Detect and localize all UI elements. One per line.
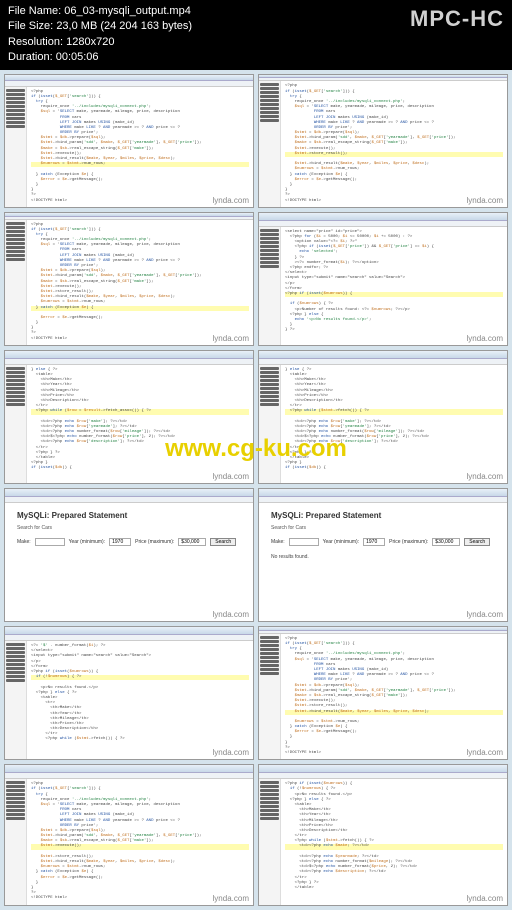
- provider-watermark: lynda.com: [213, 196, 249, 205]
- make-label: Make:: [17, 539, 31, 546]
- page-title: MySQLi: Prepared Statement: [271, 511, 495, 521]
- browser-content: MySQLi: Prepared Statement Search for Car…: [5, 503, 253, 621]
- price-label: Price (maximum):: [389, 539, 428, 546]
- editor-content: <?php if (isset($numrows)) { if (!$numro…: [281, 779, 507, 904]
- provider-watermark: lynda.com: [467, 196, 503, 205]
- year-input[interactable]: [109, 538, 131, 546]
- provider-watermark: lynda.com: [213, 894, 249, 903]
- thumb-body: <?php if (isset($numrows)) { if (!$numro…: [259, 779, 507, 904]
- year-label: Year (minimum):: [323, 539, 360, 546]
- editor-sidebar: [259, 365, 281, 483]
- search-button[interactable]: Search: [464, 538, 490, 546]
- search-form: Make: Year (minimum): Price (maximum): Sear…: [17, 538, 241, 546]
- year-input[interactable]: [363, 538, 385, 546]
- price-input[interactable]: [432, 538, 460, 546]
- provider-watermark: lynda.com: [467, 894, 503, 903]
- thumb-body: <?php if (isset($_GET['search'])) { try …: [259, 81, 507, 206]
- thumbnail-7[interactable]: MySQLi: Prepared Statement Search for Car…: [258, 488, 508, 622]
- provider-watermark: lynda.com: [467, 748, 503, 757]
- filesize-value: 23,0 MB (24 204 163 bytes): [56, 20, 192, 32]
- editor-sidebar: [5, 779, 27, 904]
- result-text: No results found.: [271, 554, 495, 561]
- resolution-value: 1280x720: [66, 36, 114, 48]
- thumb-body: MySQLi: Prepared Statement Search for Car…: [5, 503, 253, 621]
- editor-sidebar: [259, 634, 281, 759]
- window-titlebar: [5, 627, 253, 635]
- provider-watermark: lynda.com: [213, 610, 249, 619]
- make-input[interactable]: [35, 538, 65, 546]
- duration-value: 00:05:06: [56, 51, 99, 63]
- provider-watermark: lynda.com: [467, 334, 503, 343]
- search-button[interactable]: Search: [210, 538, 236, 546]
- editor-sidebar: [5, 87, 27, 207]
- thumb-body: <?php if (isset($_GET['search'])) { try …: [5, 87, 253, 207]
- thumbnail-11[interactable]: <?php if (isset($numrows)) { if (!$numro…: [258, 764, 508, 905]
- media-info-header: File Name: 06_03-mysqli_output.mp4 File …: [0, 0, 512, 70]
- thumb-body: MySQLi: Prepared Statement Search for Car…: [259, 503, 507, 621]
- thumbnail-0[interactable]: <?php if (isset($_GET['search'])) { try …: [4, 74, 254, 208]
- editor-sidebar: [5, 220, 27, 345]
- editor-content: <?php if (isset($_GET['search'])) { try …: [27, 779, 253, 904]
- editor-content: } else { ?> <table> <th>Make</th> <th>Ye…: [27, 365, 253, 483]
- editor-sidebar: [5, 365, 27, 483]
- provider-watermark: lynda.com: [467, 610, 503, 619]
- window-titlebar: [259, 213, 507, 221]
- filesize-label: File Size:: [8, 20, 53, 32]
- editor-content: <?php if (isset($_GET['search'])) { try …: [27, 87, 253, 207]
- provider-watermark: lynda.com: [213, 334, 249, 343]
- window-titlebar: [259, 351, 507, 359]
- thumbnail-grid: <?php if (isset($_GET['search'])) { try …: [0, 70, 512, 910]
- provider-watermark: lynda.com: [467, 472, 503, 481]
- editor-content: } else { ?> <table> <th>Make</th> <th>Ye…: [281, 365, 507, 483]
- year-label: Year (minimum):: [69, 539, 106, 546]
- editor-content: <?php if (isset($_GET['search'])) { try …: [27, 220, 253, 345]
- editor-content: <?= '$' . number_format($i); ?> </select…: [27, 641, 253, 759]
- thumbnail-2[interactable]: <?php if (isset($_GET['search'])) { try …: [4, 212, 254, 346]
- window-titlebar: [259, 765, 507, 773]
- browser-content: MySQLi: Prepared Statement Search for Car…: [259, 503, 507, 621]
- editor-content: <select name="price" id="price"> <?php f…: [281, 227, 507, 345]
- thumbnail-9[interactable]: <?php if (isset($_GET['search'])) { try …: [258, 626, 508, 760]
- duration-label: Duration:: [8, 51, 53, 63]
- page-subtitle: Search for Cars: [271, 525, 495, 532]
- window-titlebar: [259, 489, 507, 497]
- player-brand: MPC-HC: [410, 4, 504, 35]
- editor-sidebar: [259, 227, 281, 345]
- thumbnail-4[interactable]: } else { ?> <table> <th>Make</th> <th>Ye…: [4, 350, 254, 484]
- thumbnail-3[interactable]: <select name="price" id="price"> <?php f…: [258, 212, 508, 346]
- thumbnail-10[interactable]: <?php if (isset($_GET['search'])) { try …: [4, 764, 254, 905]
- price-label: Price (maximum):: [135, 539, 174, 546]
- thumbnail-8[interactable]: <?= '$' . number_format($i); ?> </select…: [4, 626, 254, 760]
- thumb-body: } else { ?> <table> <th>Make</th> <th>Ye…: [5, 365, 253, 483]
- editor-content: <?php if (isset($_GET['search'])) { try …: [281, 81, 507, 206]
- make-label: Make:: [271, 539, 285, 546]
- thumb-body: <?php if (isset($_GET['search'])) { try …: [5, 220, 253, 345]
- editor-sidebar: [259, 779, 281, 904]
- thumbnail-6[interactable]: MySQLi: Prepared Statement Search for Car…: [4, 488, 254, 622]
- thumbnail-1[interactable]: <?php if (isset($_GET['search'])) { try …: [258, 74, 508, 208]
- filename-label: File Name:: [8, 5, 61, 17]
- window-titlebar: [5, 351, 253, 359]
- thumb-body: <?php if (isset($_GET['search'])) { try …: [5, 779, 253, 904]
- thumb-body: <?php if (isset($_GET['search'])) { try …: [259, 634, 507, 759]
- provider-watermark: lynda.com: [213, 748, 249, 757]
- window-titlebar: [5, 75, 253, 82]
- make-input[interactable]: [289, 538, 319, 546]
- thumb-body: <select name="price" id="price"> <?php f…: [259, 227, 507, 345]
- page-title: MySQLi: Prepared Statement: [17, 511, 241, 521]
- editor-content: <?php if (isset($_GET['search'])) { try …: [281, 634, 507, 759]
- editor-sidebar: [259, 81, 281, 206]
- thumb-body: } else { ?> <table> <th>Make</th> <th>Ye…: [259, 365, 507, 483]
- thumbnail-5[interactable]: } else { ?> <table> <th>Make</th> <th>Ye…: [258, 350, 508, 484]
- window-titlebar: [5, 489, 253, 497]
- price-input[interactable]: [178, 538, 206, 546]
- resolution-label: Resolution:: [8, 36, 63, 48]
- window-titlebar: [5, 765, 253, 773]
- page-subtitle: Search for Cars: [17, 525, 241, 532]
- editor-sidebar: [5, 641, 27, 759]
- filename-value: 06_03-mysqli_output.mp4: [64, 5, 191, 17]
- provider-watermark: lynda.com: [213, 472, 249, 481]
- search-form: Make: Year (minimum): Price (maximum): Sear…: [271, 538, 495, 546]
- thumb-body: <?= '$' . number_format($i); ?> </select…: [5, 641, 253, 759]
